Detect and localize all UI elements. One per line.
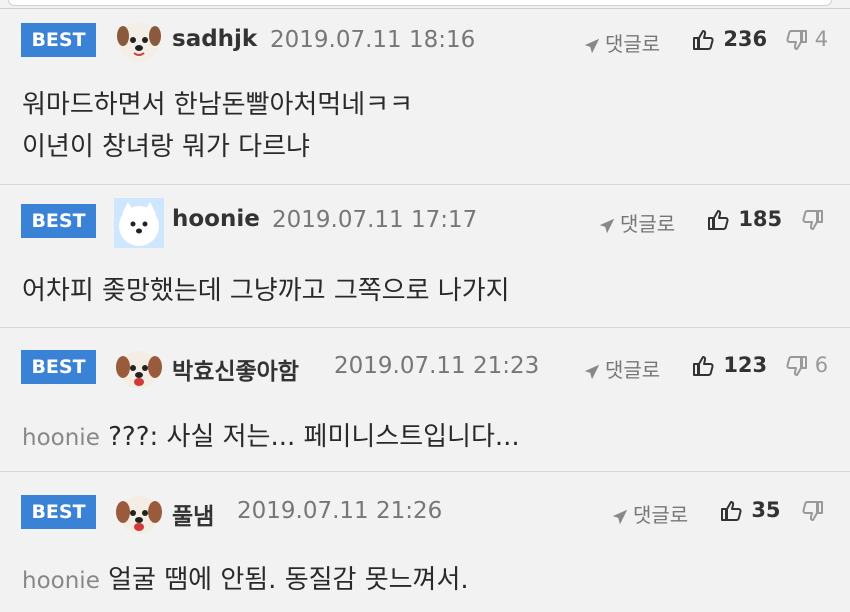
comment-line: 어차피 좆망했는데 그냥까고 그쪽으로 나가지: [22, 276, 510, 306]
comment-body: hoonie 얼굴 땜에 안됨. 동질감 못느껴서.: [22, 559, 469, 602]
comment-header: BEST 박효신좋아함 2019.07.11 21:23 댓글로 123 6: [0, 343, 850, 387]
dislike-count: 6: [814, 353, 829, 377]
timestamp: 2019.07.11 18:16: [270, 27, 476, 53]
best-badge: BEST: [21, 495, 96, 529]
best-badge: BEST: [21, 204, 96, 238]
like-count: 236: [723, 27, 768, 51]
username[interactable]: 박효신좋아함: [172, 352, 299, 386]
best-badge: BEST: [21, 23, 96, 57]
avatar[interactable]: [114, 488, 164, 538]
thumbs-down-icon: [784, 28, 808, 52]
reply-arrow-icon: [598, 217, 616, 235]
dislike-button[interactable]: 4: [784, 27, 828, 52]
dislike-button[interactable]: [800, 498, 824, 523]
reply-label: 댓글로: [605, 32, 661, 56]
reply-label: 댓글로: [620, 212, 676, 236]
comment-line: ???: 사실 저는... 페미니스트입니다...: [108, 422, 520, 452]
reply-arrow-icon: [583, 37, 601, 55]
comment-item: BEST 풀냄 2019.07.11 21:26 댓글로 35 hoonie 얼…: [0, 471, 850, 612]
username[interactable]: sadhjk: [172, 26, 257, 52]
comment-line: 얼굴 땜에 안됨. 동질감 못느껴서.: [108, 565, 469, 595]
reply-label: 댓글로: [605, 358, 661, 382]
thumbs-down-icon: [784, 354, 808, 378]
like-count: 123: [723, 353, 768, 377]
dislike-button[interactable]: [800, 207, 824, 232]
like-count: 35: [751, 498, 781, 522]
reply-button[interactable]: 댓글로: [583, 354, 660, 383]
comment-item: BEST sadhjk 2019.07.11 18:16 댓글로 236 4 워…: [0, 8, 850, 185]
dislike-count: 4: [814, 27, 829, 51]
like-button[interactable]: 185: [707, 207, 782, 232]
like-button[interactable]: 35: [720, 498, 781, 523]
thumbs-up-icon: [692, 28, 716, 52]
thumbs-up-icon: [692, 354, 716, 378]
dislike-button[interactable]: 6: [784, 353, 828, 378]
timestamp: 2019.07.11 17:17: [272, 207, 478, 233]
username[interactable]: hoonie: [172, 206, 260, 232]
mention-username[interactable]: hoonie: [22, 568, 100, 594]
timestamp: 2019.07.11 21:23: [334, 353, 540, 379]
comment-body: hoonie ???: 사실 저는... 페미니스트입니다...: [22, 416, 520, 459]
dog-avatar-icon: [114, 16, 164, 66]
comment-header: BEST hoonie 2019.07.11 17:17 댓글로 185: [0, 200, 850, 244]
reply-button[interactable]: 댓글로: [611, 499, 688, 528]
comment-item: BEST hoonie 2019.07.11 17:17 댓글로 185 어차피…: [0, 184, 850, 328]
reply-arrow-icon: [611, 508, 629, 526]
reply-button[interactable]: 댓글로: [583, 28, 660, 57]
reply-arrow-icon: [583, 363, 601, 381]
username[interactable]: 풀냄: [172, 497, 214, 531]
comment-header: BEST 풀냄 2019.07.11 21:26 댓글로 35: [0, 488, 850, 532]
comment-line: 워마드하면서 한남돈빨아처먹네ㅋㅋ: [22, 90, 413, 120]
like-count: 185: [738, 207, 783, 231]
comment-line: 이년이 창녀랑 뭐가 다르냐: [22, 132, 310, 162]
like-button[interactable]: 123: [692, 353, 767, 378]
dog-avatar-icon: [114, 488, 164, 538]
thumbs-down-icon: [800, 499, 824, 523]
avatar[interactable]: [114, 198, 164, 248]
mention-username[interactable]: hoonie: [22, 425, 100, 451]
avatar[interactable]: [114, 343, 164, 393]
thumbs-up-icon: [707, 208, 731, 232]
white-dog-avatar-icon: [114, 198, 164, 248]
thumbs-down-icon: [800, 208, 824, 232]
timestamp: 2019.07.11 21:26: [237, 498, 443, 524]
comment-body: 워마드하면서 한남돈빨아처먹네ㅋㅋ 이년이 창녀랑 뭐가 다르냐: [22, 84, 413, 168]
dog-avatar-icon: [114, 343, 164, 393]
avatar[interactable]: [114, 16, 164, 66]
comment-item: BEST 박효신좋아함 2019.07.11 21:23 댓글로 123 6 h…: [0, 327, 850, 472]
reply-label: 댓글로: [633, 503, 689, 527]
best-badge: BEST: [21, 350, 96, 384]
thumbs-up-icon: [720, 499, 744, 523]
comment-header: BEST sadhjk 2019.07.11 18:16 댓글로 236 4: [0, 22, 850, 66]
reply-button[interactable]: 댓글로: [598, 208, 675, 237]
like-button[interactable]: 236: [692, 27, 767, 52]
comment-body: 어차피 좆망했는데 그냥까고 그쪽으로 나가지: [22, 270, 510, 312]
